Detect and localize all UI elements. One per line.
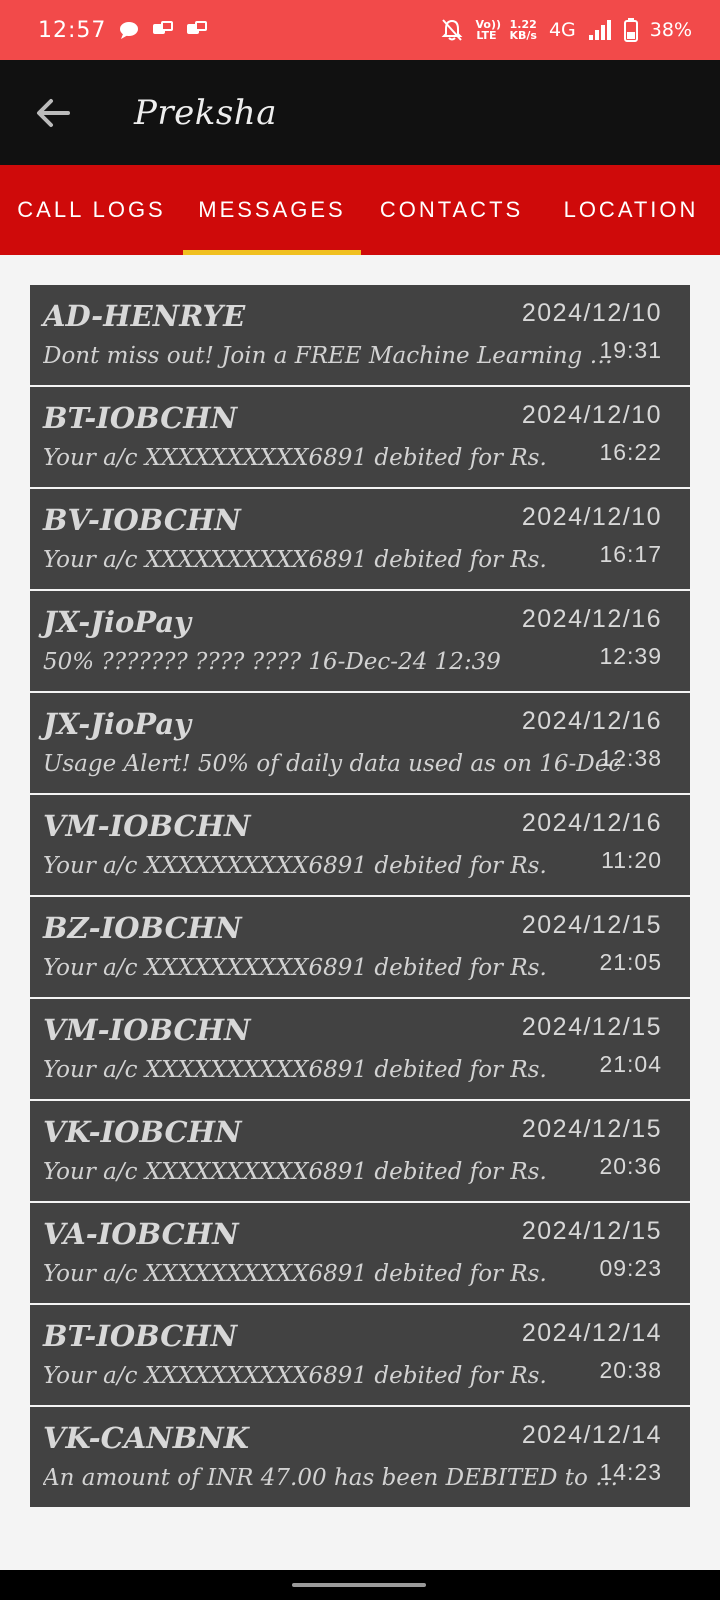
message-preview: Your a/c XXXXXXXXXX6891 debited for Rs.	[43, 853, 547, 879]
status-time: 12:57	[38, 17, 107, 43]
network-speed-unit: KB/s	[509, 29, 537, 42]
message-time: 21:05	[599, 949, 662, 975]
message-preview: Your a/c XXXXXXXXXX6891 debited for Rs.	[43, 1261, 547, 1287]
message-sender: VA-IOBCHN	[43, 1217, 239, 1251]
list-item[interactable]: BT-IOBCHN Your a/c XXXXXXXXXX6891 debite…	[30, 387, 690, 489]
message-time: 20:38	[599, 1357, 662, 1383]
tab-label: MESSAGES	[198, 197, 346, 222]
signal-icon	[588, 19, 612, 41]
message-time: 20:36	[599, 1153, 662, 1179]
message-date: 2024/12/14	[521, 1319, 662, 1347]
message-date: 2024/12/10	[521, 503, 662, 531]
message-time: 21:04	[599, 1051, 662, 1077]
message-sender: JX-JioPay	[43, 707, 191, 741]
list-item[interactable]: VM-IOBCHN Your a/c XXXXXXXXXX6891 debite…	[30, 999, 690, 1101]
message-preview: Your a/c XXXXXXXXXX6891 debited for Rs.	[43, 1363, 547, 1389]
message-preview: Your a/c XXXXXXXXXX6891 debited for Rs.	[43, 1057, 547, 1083]
tab-label: CONTACTS	[379, 197, 524, 222]
list-item[interactable]: JX-JioPay 50% ??????? ???? ???? 16-Dec-2…	[30, 591, 690, 693]
message-date: 2024/12/16	[521, 605, 662, 633]
message-preview: An amount of INR 47.00 has been DEBITED …	[43, 1465, 623, 1491]
notification-icon	[152, 20, 174, 40]
message-date: 2024/12/15	[521, 1013, 662, 1041]
list-item[interactable]: BV-IOBCHN Your a/c XXXXXXXXXX6891 debite…	[30, 489, 690, 591]
message-time: 09:23	[599, 1255, 662, 1281]
message-sender: JX-JioPay	[43, 605, 191, 639]
page-title: Preksha	[134, 92, 277, 133]
message-time: 12:39	[599, 643, 662, 669]
tab-selected-indicator	[183, 250, 361, 255]
status-bar-right: Vo)) LTE 1.22 KB/s 4G 38%	[441, 18, 692, 42]
message-date: 2024/12/14	[521, 1421, 662, 1449]
list-item[interactable]: BT-IOBCHN Your a/c XXXXXXXXXX6891 debite…	[30, 1305, 690, 1407]
message-sender: VM-IOBCHN	[43, 1013, 251, 1047]
status-bar-left: 12:57	[38, 18, 208, 43]
message-time: 19:31	[599, 337, 662, 363]
volte-badge: Vo)) LTE	[475, 18, 501, 42]
message-preview: 50% ??????? ???? ???? 16-Dec-24 12:39	[43, 649, 501, 675]
message-sender: VM-IOBCHN	[43, 809, 251, 843]
message-time: 16:22	[599, 439, 662, 465]
notification-icon	[186, 20, 208, 40]
network-type: 4G	[548, 19, 576, 41]
message-list[interactable]: AD-HENRYE Dont miss out! Join a FREE Mac…	[30, 285, 690, 1538]
list-item[interactable]: VA-IOBCHN Your a/c XXXXXXXXXX6891 debite…	[30, 1203, 690, 1305]
mute-icon	[441, 18, 463, 42]
tab-location[interactable]: LOCATION	[542, 165, 720, 255]
message-sender: VK-CANBNK	[43, 1421, 249, 1455]
list-item[interactable]: VK-IOBCHN Your a/c XXXXXXXXXX6891 debite…	[30, 1101, 690, 1203]
tab-label: CALL LOGS	[17, 197, 166, 222]
battery-percent: 38%	[649, 19, 692, 41]
list-item[interactable]: BZ-IOBCHN Your a/c XXXXXXXXXX6891 debite…	[30, 897, 690, 999]
message-date: 2024/12/10	[521, 401, 662, 429]
system-nav-bar	[0, 1570, 720, 1600]
message-preview: Your a/c XXXXXXXXXX6891 debited for Rs.	[43, 445, 547, 471]
message-date: 2024/12/16	[521, 809, 662, 837]
message-preview: Your a/c XXXXXXXXXX6891 debited for Rs.	[43, 547, 547, 573]
message-date: 2024/12/15	[521, 1217, 662, 1245]
message-date: 2024/12/15	[521, 911, 662, 939]
tab-label: LOCATION	[563, 197, 699, 222]
message-preview: Dont miss out! Join a FREE Machine Learn…	[43, 343, 623, 369]
message-time: 14:23	[599, 1459, 662, 1485]
tab-call-logs[interactable]: CALL LOGS	[0, 165, 183, 255]
status-bar: 12:57 Vo)) LTE 1.22 KB/s 4G 38%	[0, 0, 720, 60]
arrow-left-icon	[37, 98, 70, 127]
message-date: 2024/12/16	[521, 707, 662, 735]
message-time: 16:17	[599, 541, 662, 567]
message-preview: Your a/c XXXXXXXXXX6891 debited for Rs.	[43, 1159, 547, 1185]
message-sender: BT-IOBCHN	[43, 1319, 238, 1353]
back-button[interactable]	[26, 86, 80, 140]
message-date: 2024/12/15	[521, 1115, 662, 1143]
message-time: 11:20	[601, 847, 662, 873]
list-item[interactable]: VM-IOBCHN Your a/c XXXXXXXXXX6891 debite…	[30, 795, 690, 897]
battery-icon	[623, 18, 638, 42]
list-item[interactable]: JX-JioPay Usage Alert! 50% of daily data…	[30, 693, 690, 795]
message-sender: BT-IOBCHN	[43, 401, 238, 435]
list-item[interactable]: VK-CANBNK An amount of INR 47.00 has bee…	[30, 1407, 690, 1509]
message-sender: BV-IOBCHN	[43, 503, 241, 537]
message-preview: Your a/c XXXXXXXXXX6891 debited for Rs.	[43, 955, 547, 981]
message-sender: BZ-IOBCHN	[43, 911, 242, 945]
tab-bar: CALL LOGS MESSAGES CONTACTS LOCATION	[0, 165, 720, 255]
message-sender: VK-IOBCHN	[43, 1115, 242, 1149]
tab-messages[interactable]: MESSAGES	[183, 165, 361, 255]
chat-icon	[118, 20, 140, 40]
home-gesture-handle[interactable]	[292, 1583, 426, 1587]
tab-contacts[interactable]: CONTACTS	[361, 165, 542, 255]
message-date: 2024/12/10	[521, 299, 662, 327]
network-speed: 1.22 KB/s	[509, 19, 536, 41]
message-time: 12:38	[599, 745, 662, 771]
message-preview: Usage Alert! 50% of daily data used as o…	[43, 751, 622, 777]
app-bar: Preksha	[0, 60, 720, 165]
message-sender: AD-HENRYE	[43, 299, 246, 333]
list-item[interactable]: AD-HENRYE Dont miss out! Join a FREE Mac…	[30, 285, 690, 387]
